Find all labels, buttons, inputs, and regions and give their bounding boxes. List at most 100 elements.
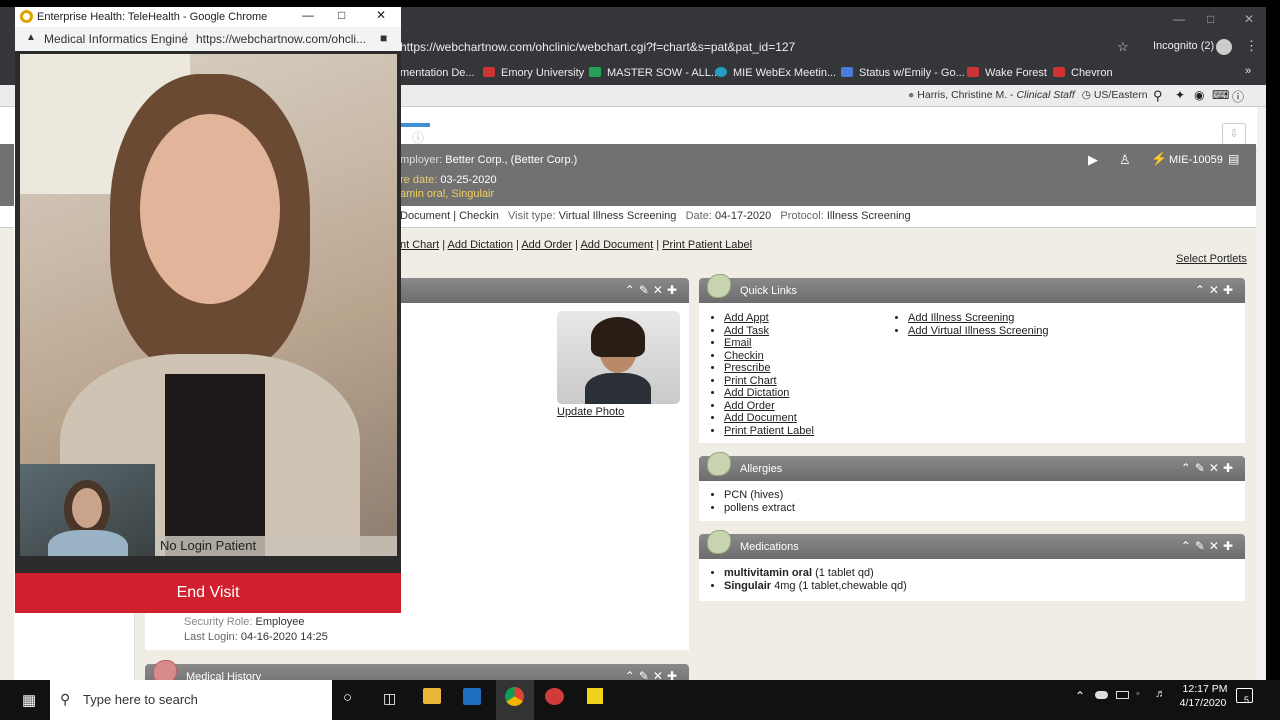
bookmark-icon [841, 67, 853, 77]
user-name[interactable]: Harris, Christine M. [917, 89, 1007, 101]
portlet-controls[interactable]: ⌃✎✕✚ [625, 669, 681, 680]
maximize-icon[interactable]: □ [338, 8, 345, 22]
email-link[interactable]: Email [724, 337, 752, 349]
tray-chevron-icon[interactable]: ⌃ [1075, 689, 1085, 703]
add-user-icon[interactable]: ♙ [1119, 152, 1131, 168]
search-icon[interactable]: ⚲ [1153, 88, 1163, 104]
employer-label: mployer: [400, 154, 443, 166]
chrome-icon[interactable] [505, 687, 524, 706]
bookmark-item[interactable]: MASTER SOW - ALL... [589, 67, 720, 79]
select-portlets-link[interactable]: Select Portlets [1176, 253, 1247, 265]
bookmark-item[interactable]: mentation De... [400, 67, 475, 79]
url-text[interactable]: https://webchartnow.com/ohclinic/webchar… [400, 40, 795, 54]
clock-icon: ◷ [1081, 89, 1091, 101]
portlet-controls[interactable]: ⌃✎✕✚ [625, 283, 681, 297]
battery-icon[interactable] [1116, 691, 1129, 699]
outlook-icon[interactable] [463, 688, 481, 705]
minimize-icon[interactable]: — [302, 8, 314, 22]
print-chart-link[interactable]: Print Chart [724, 375, 777, 387]
bookmark-item[interactable]: Status w/Emily - Go... [841, 67, 965, 79]
visit-actions[interactable]: Document | Checkin [400, 210, 499, 222]
task-view-icon[interactable]: ◫ [383, 690, 396, 707]
bookmark-item[interactable]: Emory University [483, 67, 584, 79]
bookmark-item[interactable]: Chevron [1053, 67, 1113, 79]
face-shape [140, 114, 280, 304]
video-camera-icon[interactable]: ▶ [1088, 152, 1098, 168]
popup-address-bar: ▲ Medical Informatics Engine | https://w… [15, 27, 401, 51]
portlet-controls[interactable]: ⌃✕✚ [1195, 283, 1237, 297]
checkin-link[interactable]: Checkin [724, 350, 764, 362]
update-photo-link[interactable]: Update Photo [557, 406, 624, 418]
vertical-scrollbar[interactable] [1257, 107, 1266, 680]
add-virtual-illness-screening-link[interactable]: Add Virtual Illness Screening [908, 325, 1048, 337]
maximize-icon[interactable]: □ [1207, 12, 1214, 26]
camera-icon: ■ [380, 31, 388, 45]
wand-icon[interactable]: ✦ [1175, 88, 1185, 102]
menu-kebab-icon[interactable]: ⋮ [1245, 38, 1258, 54]
quick-links-col1: Add Appt Add Task Email Checkin Prescrib… [700, 312, 814, 437]
close-icon[interactable]: ✕ [1244, 12, 1254, 26]
last-login-value: 04-16-2020 14:25 [240, 631, 328, 643]
portlet-controls[interactable]: ⌃✎✕✚ [1181, 461, 1237, 475]
add-dictation-link[interactable]: Add Dictation [724, 387, 789, 399]
windows-start-icon[interactable]: ▦ [22, 691, 36, 709]
incognito-label[interactable]: Incognito (2) [1153, 40, 1214, 52]
sticky-notes-icon[interactable] [587, 688, 603, 704]
add-appt-link[interactable]: Add Appt [724, 312, 769, 324]
add-dictation-link[interactable]: Add Dictation [448, 239, 513, 251]
bookmark-icon [589, 67, 601, 77]
lightning-icon[interactable]: ⚡ [1151, 151, 1167, 167]
end-visit-button[interactable]: End Visit [15, 573, 401, 613]
cloud-icon[interactable] [1095, 691, 1108, 699]
chat-app-icon[interactable] [545, 688, 564, 705]
chart-icon[interactable]: ▤ [1228, 152, 1239, 166]
file-explorer-icon[interactable] [423, 688, 441, 704]
close-icon[interactable]: ✕ [376, 8, 386, 22]
clock-date[interactable]: 4/17/2020 [1176, 697, 1230, 709]
user-role: Clinical Staff [1016, 89, 1075, 101]
popup-url[interactable]: https://webchartnow.com/ohcli... [196, 32, 366, 46]
quick-links-header: Quick Links ⌃✕✚ [699, 274, 1245, 303]
medication-name: Singulair [724, 579, 772, 592]
add-order-link[interactable]: Add Order [724, 400, 775, 412]
volume-mute-icon[interactable]: ♬ [1155, 688, 1166, 700]
add-order-link[interactable]: Add Order [521, 239, 572, 251]
minimize-icon[interactable]: — [1173, 12, 1185, 26]
security-role-line: Security Role: Employee [184, 616, 304, 628]
cortana-icon[interactable]: ○ [343, 689, 352, 706]
portlet-controls[interactable]: ⌃✎✕✚ [1181, 539, 1237, 553]
help-icon[interactable]: ⓘ [1232, 88, 1244, 105]
add-document-link[interactable]: Add Document [580, 239, 653, 251]
meds-line: amin oral, Singulair [400, 188, 495, 200]
keyboard-icon[interactable]: ⌨ [1212, 88, 1229, 102]
clock-time[interactable]: 12:17 PM [1180, 683, 1230, 695]
bookmark-icon [483, 67, 495, 77]
download-icon[interactable]: ⇩ [1222, 123, 1246, 145]
allergy-item: PCN (hives) [724, 489, 795, 502]
bookmark-item[interactable]: MIE WebEx Meetin... [715, 67, 836, 79]
bookmark-item[interactable]: Wake Forest [967, 67, 1047, 79]
tab-indicator [400, 123, 430, 127]
print-patient-label-link[interactable]: Print Patient Label [662, 239, 752, 251]
medication-item: Singulair 4mg (1 tablet,chewable qd) [724, 580, 907, 593]
last-login-label: Last Login: [184, 631, 238, 643]
print-chart-link[interactable]: nt Chart [400, 239, 439, 251]
windows-taskbar: ▦ ⚲ Type here to search ○ ◫ ⌃ ◦ ♬ 12:17 … [0, 680, 1280, 720]
medical-history-icon [153, 660, 177, 680]
incognito-icon[interactable] [1216, 39, 1232, 55]
shirt-shape [165, 374, 265, 556]
add-document-link[interactable]: Add Document [724, 412, 797, 424]
quick-links-body: Add Appt Add Task Email Checkin Prescrib… [699, 303, 1245, 443]
network-icon[interactable]: ◦ [1136, 688, 1140, 700]
timezone[interactable]: US/Eastern [1094, 89, 1148, 101]
add-task-link[interactable]: Add Task [724, 325, 769, 337]
add-illness-screening-link[interactable]: Add Illness Screening [908, 312, 1014, 324]
prescribe-link[interactable]: Prescribe [724, 362, 770, 374]
action-links: nt Chart | Add Dictation | Add Order | A… [400, 239, 753, 251]
globe-icon[interactable]: ◉ [1194, 88, 1204, 102]
medications-portlet: Medications ⌃✎✕✚ multivitamin oral (1 ta… [699, 530, 1245, 601]
star-icon[interactable]: ☆ [1117, 39, 1129, 55]
taskbar-search[interactable]: ⚲ Type here to search [50, 680, 332, 720]
print-patient-label-link[interactable]: Print Patient Label [724, 425, 814, 437]
more-bookmarks-icon[interactable]: » [1245, 65, 1251, 77]
